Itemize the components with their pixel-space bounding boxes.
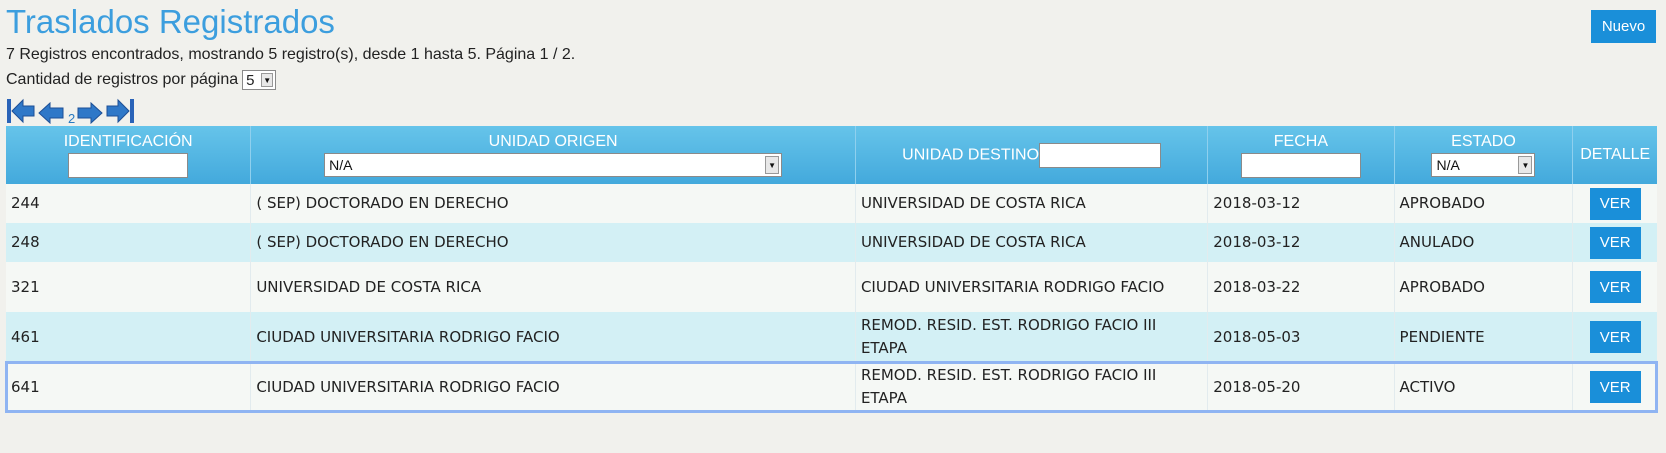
destination-filter-input[interactable] bbox=[1039, 142, 1162, 168]
cell-destination: REMOD. RESID. EST. RODRIGO FACIO III ETA… bbox=[855, 312, 1209, 362]
view-button[interactable]: VER bbox=[1589, 371, 1641, 403]
per-page-select[interactable]: 5 ▼ bbox=[242, 70, 277, 90]
origin-filter-value: N/A bbox=[329, 157, 353, 173]
cell-destination: UNIVERSIDAD DE COSTA RICA bbox=[855, 223, 1209, 262]
cell-id: 461 bbox=[6, 312, 252, 362]
view-button[interactable]: VER bbox=[1589, 226, 1641, 259]
id-filter-input[interactable] bbox=[68, 152, 189, 178]
cell-date: 2018-03-12 bbox=[1207, 184, 1395, 223]
cell-origin: ( SEP) DOCTORADO EN DERECHO bbox=[250, 184, 856, 223]
cell-status: APROBADO bbox=[1394, 184, 1574, 223]
column-header-destination: UNIDAD DESTINO bbox=[855, 126, 1209, 184]
table-header-row: IDENTIFICACIÓN UNIDAD ORIGEN N/A ▼ UNIDA… bbox=[6, 126, 1657, 184]
view-button[interactable]: VER bbox=[1589, 321, 1641, 353]
cell-date: 2018-05-20 bbox=[1207, 362, 1395, 412]
status-filter-value: N/A bbox=[1436, 157, 1460, 173]
cell-destination: CIUDAD UNIVERSITARIA RODRIGO FACIO bbox=[855, 262, 1209, 312]
table-row: 248 ( SEP) DOCTORADO EN DERECHO UNIVERSI… bbox=[6, 223, 1657, 262]
cell-status: ANULADO bbox=[1394, 223, 1574, 262]
origin-filter-select[interactable]: N/A ▼ bbox=[324, 153, 783, 177]
column-header-status: ESTADO N/A ▼ bbox=[1394, 126, 1574, 184]
cell-id: 641 bbox=[6, 362, 252, 412]
header-label-status: ESTADO bbox=[1451, 133, 1516, 150]
cell-destination: REMOD. RESID. EST. RODRIGO FACIO III ETA… bbox=[855, 362, 1209, 412]
chevron-down-icon: ▼ bbox=[261, 73, 274, 87]
cell-origin: CIUDAD UNIVERSITARIA RODRIGO FACIO bbox=[250, 312, 856, 362]
cell-origin: UNIVERSIDAD DE COSTA RICA bbox=[250, 262, 856, 312]
cell-detail: VER bbox=[1572, 312, 1657, 362]
cell-date: 2018-05-03 bbox=[1207, 312, 1395, 362]
cell-id: 321 bbox=[6, 262, 252, 312]
per-page-label: Cantidad de registros por página bbox=[6, 71, 239, 88]
column-header-id: IDENTIFICACIÓN bbox=[6, 126, 252, 184]
previous-page-icon[interactable] bbox=[38, 102, 64, 124]
table-row: 641 CIUDAD UNIVERSITARIA RODRIGO FACIO R… bbox=[5, 361, 1658, 413]
per-page-control: Cantidad de registros por página 5 ▼ bbox=[6, 70, 277, 90]
last-page-icon[interactable] bbox=[105, 98, 135, 124]
header-label-date: FECHA bbox=[1273, 132, 1329, 150]
transfers-table: IDENTIFICACIÓN UNIDAD ORIGEN N/A ▼ UNIDA… bbox=[5, 126, 1658, 413]
current-page-number[interactable]: 2 bbox=[68, 112, 75, 126]
table-row: 244 ( SEP) DOCTORADO EN DERECHO UNIVERSI… bbox=[6, 184, 1657, 223]
cell-id: 244 bbox=[6, 184, 252, 223]
chevron-down-icon: ▼ bbox=[765, 156, 780, 174]
per-page-value: 5 bbox=[246, 71, 255, 89]
cell-destination: UNIVERSIDAD DE COSTA RICA bbox=[855, 184, 1209, 223]
column-header-origin: UNIDAD ORIGEN N/A ▼ bbox=[250, 126, 856, 184]
cell-status: PENDIENTE bbox=[1394, 312, 1574, 362]
first-page-icon[interactable] bbox=[6, 98, 36, 124]
cell-status: APROBADO bbox=[1394, 262, 1574, 312]
cell-origin: ( SEP) DOCTORADO EN DERECHO bbox=[250, 223, 856, 262]
cell-status: ACTIVO bbox=[1394, 362, 1574, 412]
column-header-date: FECHA bbox=[1207, 126, 1395, 184]
cell-date: 2018-03-22 bbox=[1207, 262, 1395, 312]
view-button[interactable]: VER bbox=[1589, 187, 1641, 220]
next-page-icon[interactable] bbox=[77, 102, 103, 124]
header-label-destination: UNIDAD DESTINO bbox=[902, 146, 1040, 164]
header-label-id: IDENTIFICACIÓN bbox=[63, 132, 193, 150]
cell-origin: CIUDAD UNIVERSITARIA RODRIGO FACIO bbox=[250, 362, 856, 412]
chevron-down-icon: ▼ bbox=[1518, 156, 1533, 174]
page-title: Traslados Registrados bbox=[6, 3, 335, 40]
cell-detail: VER bbox=[1572, 184, 1657, 223]
records-summary: 7 Registros encontrados, mostrando 5 reg… bbox=[6, 46, 576, 63]
cell-id: 248 bbox=[6, 223, 252, 262]
cell-detail: VER bbox=[1572, 262, 1657, 312]
table-row: 321 UNIVERSIDAD DE COSTA RICA CIUDAD UNI… bbox=[6, 262, 1657, 312]
date-filter-input[interactable] bbox=[1240, 152, 1361, 178]
table-row: 461 CIUDAD UNIVERSITARIA RODRIGO FACIO R… bbox=[6, 312, 1657, 362]
header-label-detail: DETALLE bbox=[1580, 146, 1651, 163]
column-header-detail: DETALLE bbox=[1572, 126, 1657, 184]
header-label-origin: UNIDAD ORIGEN bbox=[488, 133, 618, 150]
new-button[interactable]: Nuevo bbox=[1591, 10, 1656, 43]
cell-detail: VER bbox=[1572, 362, 1657, 412]
cell-date: 2018-03-12 bbox=[1207, 223, 1395, 262]
status-filter-select[interactable]: N/A ▼ bbox=[1431, 153, 1536, 177]
pagination: 2 bbox=[6, 96, 137, 126]
cell-detail: VER bbox=[1572, 223, 1657, 262]
view-button[interactable]: VER bbox=[1589, 271, 1641, 303]
